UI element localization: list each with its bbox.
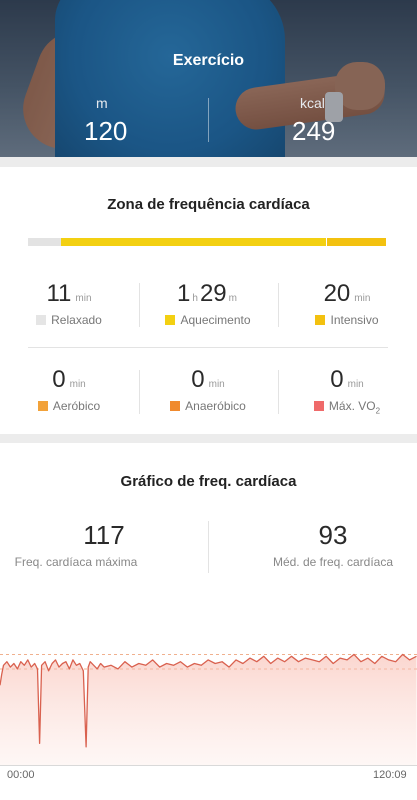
zone-warmup-minutes: 29 — [199, 280, 227, 307]
page-title: Exercício — [172, 52, 245, 69]
anaerobic-swatch-icon — [170, 401, 181, 411]
zone-intensive-label: Intensivo — [330, 313, 379, 327]
zone-anaerobic-label: Anaeróbico — [185, 399, 246, 413]
zone-aerobic-unit: min — [69, 379, 86, 390]
metric-divider — [208, 98, 209, 142]
zone-bar-warmup — [61, 238, 326, 246]
zone-vo2max-value: 0 — [330, 366, 344, 393]
zone-section-title: Zona de frequência cardíaca — [107, 196, 310, 213]
zone-vo2max-label: Máx. VO — [328, 399, 376, 413]
zone-warmup-label: Aquecimento — [180, 313, 251, 327]
hr-area-fill — [0, 654, 417, 765]
zone-aerobic-label: Aeróbico — [52, 399, 101, 413]
zone-intensive-unit: min — [354, 293, 371, 304]
zone-anaerobic-value: 0 — [191, 366, 205, 393]
relaxed-swatch-icon — [36, 315, 47, 325]
zone-intensive-value: 20 — [323, 280, 351, 307]
vo2max-swatch-icon — [313, 401, 324, 411]
zone-warmup-m-unit: m — [228, 293, 237, 304]
avg-hr-label: Méd. de freq. cardíaca — [272, 555, 394, 569]
distance-value: 120 — [84, 116, 128, 146]
max-hr-label: Freq. cardíaca máxima — [14, 555, 138, 569]
warmup-swatch-icon — [165, 315, 176, 325]
zone-anaerobic-unit: min — [208, 379, 225, 390]
zone-warmup-h-unit: h — [192, 293, 198, 304]
hr-stats-divider — [208, 521, 209, 573]
exercise-header: Exercício m 120 kcal 249 — [0, 0, 417, 157]
heart-rate-line-chart — [0, 653, 417, 765]
chart-x-axis — [0, 765, 417, 766]
zone-bar-intensive — [327, 238, 386, 246]
zone-relaxed-unit: min — [75, 293, 92, 304]
chart-section-title: Gráfico de freq. cardíaca — [120, 473, 297, 490]
distance-unit: m — [96, 95, 108, 111]
intensive-swatch-icon — [315, 315, 326, 325]
zone-relaxed-value: 11 — [46, 280, 72, 307]
aerobic-swatch-icon — [37, 401, 48, 411]
max-hr-value: 117 — [83, 520, 125, 550]
zone-row-divider — [28, 347, 388, 348]
calories-unit: kcal — [300, 95, 325, 111]
zone-aerobic-value: 0 — [52, 366, 66, 393]
zone-relaxed-label: Relaxado — [51, 313, 102, 327]
zone-vo2max-label-sub: 2 — [375, 406, 381, 416]
x-axis-end-label: 120:09 — [373, 769, 407, 781]
x-axis-start-label: 00:00 — [7, 769, 35, 781]
avg-hr-value: 93 — [318, 520, 348, 550]
zone-warmup-hours: 1 — [177, 280, 191, 307]
calories-value: 249 — [292, 116, 336, 146]
zone-bar-relaxed — [28, 238, 61, 246]
zone-vo2max-unit: min — [347, 379, 364, 390]
